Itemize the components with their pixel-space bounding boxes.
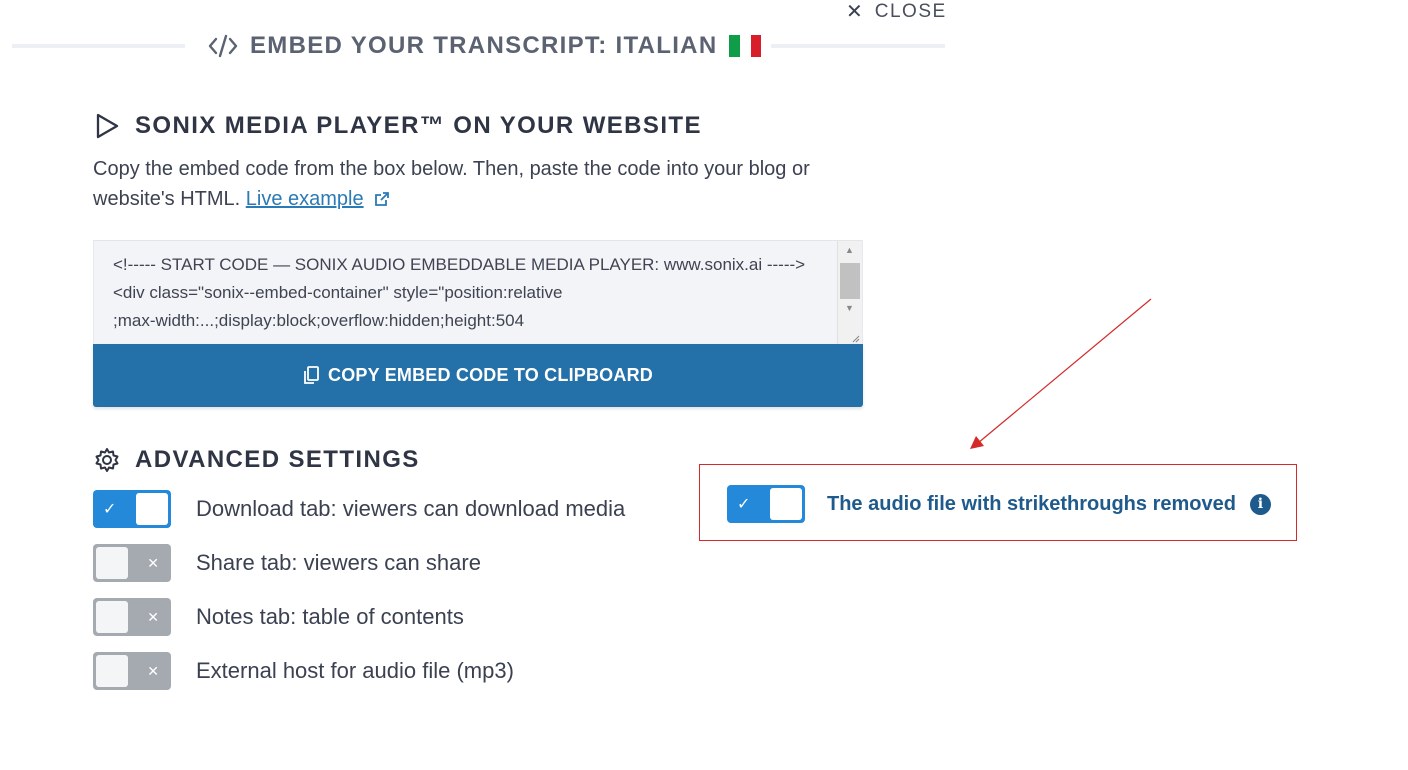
- setting-row-share: ✕ Share tab: viewers can share: [93, 544, 481, 582]
- external-link-icon[interactable]: [374, 191, 390, 207]
- strikethrough-audio-label: The audio file with strikethroughs remov…: [827, 492, 1236, 515]
- setting-row-download: ✓ Download tab: viewers can download med…: [93, 490, 625, 528]
- gear-icon: [95, 448, 119, 472]
- setting-row-notes: ✕ Notes tab: table of contents: [93, 598, 464, 636]
- x-icon: ✕: [147, 554, 159, 571]
- notes-tab-toggle[interactable]: ✕: [93, 598, 171, 636]
- setting-label: Notes tab: table of contents: [196, 604, 464, 629]
- toggle-knob: [96, 547, 128, 579]
- check-icon: ✓: [737, 496, 751, 513]
- live-example-link[interactable]: Live example: [246, 188, 364, 210]
- strikethrough-audio-toggle[interactable]: ✓: [727, 485, 805, 523]
- scroll-up-arrow-icon[interactable]: ▲: [845, 245, 854, 255]
- check-icon: ✓: [103, 501, 117, 518]
- toggle-knob: [770, 488, 802, 520]
- share-tab-toggle[interactable]: ✕: [93, 544, 171, 582]
- x-icon: ✕: [147, 608, 159, 625]
- embed-code-textarea[interactable]: <!----- START CODE — SONIX AUDIO EMBEDDA…: [93, 240, 863, 344]
- scrollbar-thumb[interactable]: [840, 263, 860, 299]
- player-section-title: SONIX MEDIA PLAYER™ ON YOUR WEBSITE: [135, 112, 702, 139]
- live-example-label: Live example: [245, 188, 364, 210]
- copy-embed-code-button[interactable]: COPY EMBED CODE TO CLIPBOARD: [93, 344, 863, 407]
- strikethrough-audio-setting: ✓ The audio file with strikethroughs rem…: [727, 485, 1271, 523]
- copy-icon: [304, 366, 319, 384]
- advanced-settings-title: ADVANCED SETTINGS: [135, 446, 420, 473]
- advanced-settings-heading: ADVANCED SETTINGS: [93, 446, 420, 474]
- code-scrollbar[interactable]: ▲ ▼: [837, 241, 862, 344]
- modal-title: EMBED YOUR TRANSCRIPT: ITALIAN: [250, 32, 718, 59]
- code-icon: [208, 34, 238, 58]
- embed-code-text: <!----- START CODE — SONIX AUDIO EMBEDDA…: [113, 255, 806, 330]
- player-section-heading: SONIX MEDIA PLAYER™ ON YOUR WEBSITE: [93, 112, 702, 140]
- italy-flag-icon: [729, 35, 762, 57]
- info-icon[interactable]: i: [1249, 493, 1271, 515]
- copy-button-label: COPY EMBED CODE TO CLIPBOARD: [328, 365, 653, 385]
- player-section-description: Copy the embed code from the box below. …: [93, 154, 873, 214]
- annotation-arrow: [970, 298, 1152, 449]
- close-label: CLOSE: [874, 1, 947, 22]
- header-divider-right: [771, 44, 945, 48]
- annotation-callout: ✓ The audio file with strikethroughs rem…: [699, 464, 1297, 541]
- header-divider-left: [12, 44, 185, 48]
- description-text: Copy the embed code from the box below. …: [93, 158, 810, 210]
- close-button[interactable]: ✕ CLOSE: [846, 0, 947, 24]
- resize-grip-icon[interactable]: [850, 333, 860, 343]
- toggle-knob: [96, 601, 128, 633]
- scroll-down-arrow-icon[interactable]: ▼: [845, 303, 854, 313]
- close-icon: ✕: [846, 1, 863, 23]
- play-icon: [96, 113, 119, 139]
- x-icon: ✕: [147, 662, 159, 679]
- setting-label: External host for audio file (mp3): [196, 658, 514, 683]
- setting-label: Download tab: viewers can download media: [196, 496, 626, 521]
- external-host-toggle[interactable]: ✕: [93, 652, 171, 690]
- modal-header: EMBED YOUR TRANSCRIPT: ITALIAN: [208, 28, 762, 64]
- setting-label: Share tab: viewers can share: [196, 550, 481, 575]
- toggle-knob: [96, 655, 128, 687]
- toggle-knob: [136, 493, 168, 525]
- setting-row-external-host: ✕ External host for audio file (mp3): [93, 652, 514, 690]
- download-tab-toggle[interactable]: ✓: [93, 490, 171, 528]
